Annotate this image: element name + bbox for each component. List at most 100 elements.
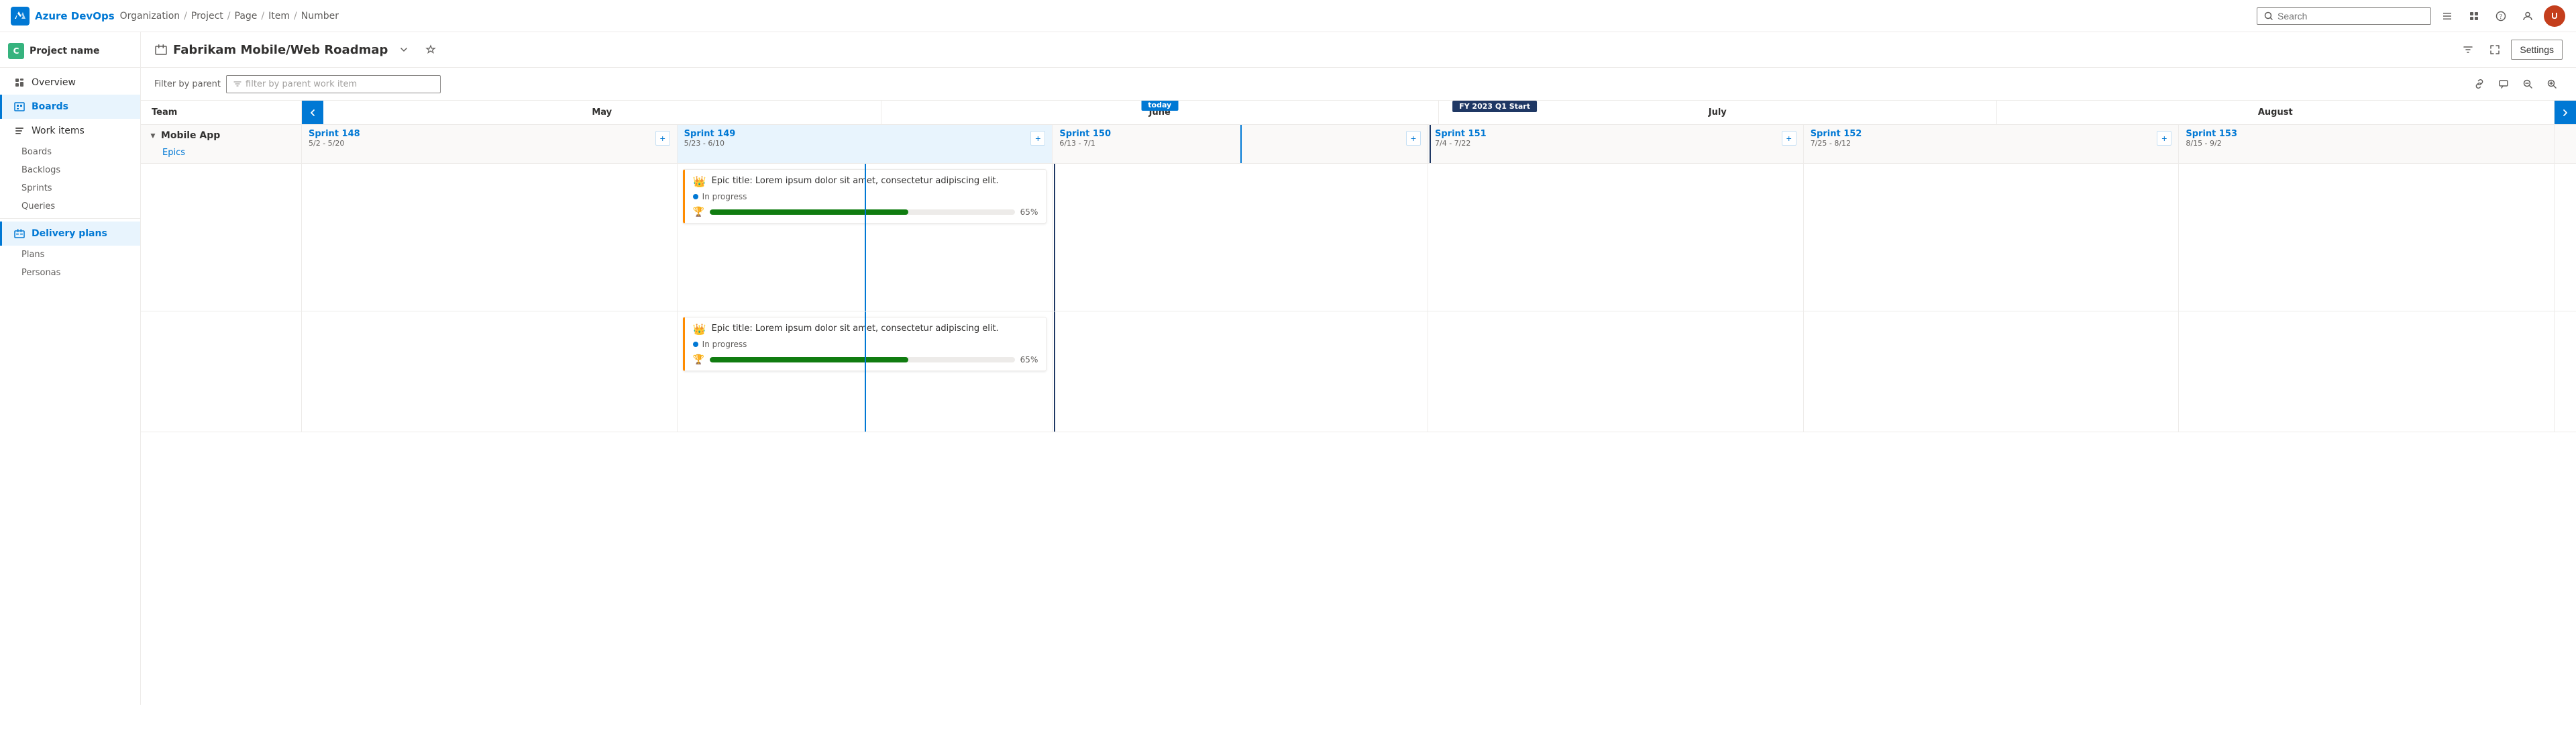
svg-text:?: ?: [2500, 13, 2503, 21]
filter-icon-btn[interactable]: [2457, 39, 2479, 60]
filter-label: Filter by parent: [154, 79, 221, 89]
team-content-name-col-2: [141, 311, 302, 432]
filter-bar: Filter by parent filter by parent work i…: [141, 68, 2576, 101]
month-august: August: [1997, 101, 2555, 124]
sidebar-item-overview[interactable]: Overview: [0, 70, 140, 95]
sprint-152-dates: 7/25 - 8/12: [1811, 139, 1862, 148]
breadcrumb-page[interactable]: Page: [235, 11, 258, 21]
list-icon: [2442, 11, 2453, 21]
sprint-148-name[interactable]: Sprint 148: [309, 129, 360, 139]
sprint-151-dates: 7/4 - 7/22: [1435, 139, 1487, 148]
sprint-148-header: Sprint 148 5/2 - 5/20 +: [309, 129, 670, 148]
sprint-149-add-btn[interactable]: +: [1030, 131, 1045, 146]
content-fy-line: [1054, 164, 1055, 311]
content-fy-line-2: [1054, 311, 1055, 432]
sidebar-item-work-items[interactable]: Work items: [0, 119, 140, 143]
comment-icon: [2498, 79, 2509, 89]
overview-icon: [13, 76, 26, 89]
avatar-btn[interactable]: U: [2544, 5, 2565, 27]
month-august-label: August: [2258, 107, 2293, 117]
page-title: Fabrikam Mobile/Web Roadmap: [173, 43, 388, 57]
sprint-148-add-btn[interactable]: +: [655, 131, 670, 146]
epic-1-status-label: In progress: [702, 192, 747, 201]
store-icon: [2469, 11, 2479, 21]
zoom-in-icon: [2546, 79, 2557, 89]
content-june-col-2: 👑 Epic title: Lorem ipsum dolor sit amet…: [678, 311, 1053, 432]
content-june-col: 👑 Epic title: Lorem ipsum dolor sit amet…: [678, 164, 1053, 311]
epic-1-progress-fill: [710, 209, 908, 215]
filter-right: [2469, 73, 2563, 95]
brand-icon: [11, 7, 30, 26]
sidebar-item-label-boards-top: Boards: [32, 101, 68, 112]
epic-2-status-label: In progress: [702, 340, 747, 349]
sprint-150-cell: Sprint 150 6/13 - 7/1 +: [1053, 125, 1428, 163]
breadcrumb-org[interactable]: Organization: [120, 11, 180, 21]
sidebar-item-label-queries: Queries: [21, 201, 55, 211]
sidebar-item-delivery-plans[interactable]: Delivery plans: [0, 222, 140, 246]
epic-1-progress-bar: [710, 209, 1015, 215]
sidebar-item-boards-top[interactable]: Boards: [0, 95, 140, 119]
timeline-area[interactable]: Team May June: [141, 101, 2576, 705]
sprint-152-add-btn[interactable]: +: [2157, 131, 2171, 146]
sprint-151-name[interactable]: Sprint 151: [1435, 129, 1487, 139]
settings-btn[interactable]: Settings: [2511, 40, 2563, 60]
sidebar-item-backlogs[interactable]: Backlogs: [0, 161, 140, 179]
search-input[interactable]: [2277, 11, 2424, 21]
sprint-151-add-btn[interactable]: +: [1782, 131, 1796, 146]
main-content: Fabrikam Mobile/Web Roadmap: [141, 32, 2576, 705]
sprint-row-end-spacer: [2555, 125, 2576, 163]
sidebar-item-queries[interactable]: Queries: [0, 197, 140, 215]
breadcrumb-sep2: /: [227, 11, 231, 21]
favorite-btn[interactable]: [420, 39, 441, 60]
page-header: Fabrikam Mobile/Web Roadmap: [141, 32, 2576, 68]
chevron-right-icon: [2561, 109, 2569, 117]
fullscreen-btn[interactable]: [2484, 39, 2506, 60]
sprint-150-name[interactable]: Sprint 150: [1059, 129, 1111, 139]
today-line: [1240, 125, 1242, 163]
team-epics-label[interactable]: Epics: [141, 146, 301, 163]
month-july: July FY 2023 Q1 Start: [1439, 101, 1997, 124]
fy-badge: FY 2023 Q1 Start: [1452, 101, 1537, 112]
sidebar-item-boards-sub[interactable]: Boards: [0, 143, 140, 161]
sidebar-item-sprints[interactable]: Sprints: [0, 179, 140, 197]
help-icon-btn[interactable]: ?: [2490, 5, 2512, 27]
zoom-out-btn[interactable]: [2517, 73, 2538, 95]
breadcrumb-project[interactable]: Project: [191, 11, 223, 21]
team-name-header: ▼ Mobile App: [141, 125, 301, 146]
star-icon: [425, 44, 436, 55]
sprint-153-name[interactable]: Sprint 153: [2186, 129, 2237, 139]
sprint-153-header: Sprint 153 8/15 - 9/2: [2186, 129, 2547, 148]
link-icon-btn[interactable]: [2469, 73, 2490, 95]
sprint-149-name[interactable]: Sprint 149: [684, 129, 736, 139]
fy-badge-container: FY 2023 Q1 Start: [1452, 101, 1537, 112]
breadcrumb-number[interactable]: Number: [301, 11, 339, 21]
breadcrumb-sep1: /: [184, 11, 187, 21]
zoom-in-btn[interactable]: [2541, 73, 2563, 95]
filter-input[interactable]: filter by parent work item: [226, 75, 441, 93]
title-dropdown-btn[interactable]: [393, 39, 415, 60]
content-end-spacer-2: [2555, 311, 2576, 432]
sprint-151-header: Sprint 151 7/4 - 7/22 +: [1435, 129, 1796, 148]
breadcrumb-item[interactable]: Item: [268, 11, 290, 21]
sidebar-item-plans[interactable]: Plans: [0, 246, 140, 264]
sidebar-item-personas[interactable]: Personas: [0, 264, 140, 282]
page-header-right: Settings: [2457, 39, 2563, 60]
timeline-next-btn[interactable]: [2555, 101, 2576, 124]
user-icon-btn[interactable]: [2517, 5, 2538, 27]
project-icon: C: [8, 43, 24, 59]
today-badge-container: today: [1141, 101, 1178, 111]
comment-icon-btn[interactable]: [2493, 73, 2514, 95]
layout: C Project name Overview: [0, 32, 2576, 705]
content-today-line-2: [865, 311, 866, 432]
sidebar-divider-1: [0, 67, 140, 68]
sprint-150-add-btn[interactable]: +: [1406, 131, 1421, 146]
list-icon-btn[interactable]: [2436, 5, 2458, 27]
sidebar-divider-2: [0, 218, 140, 219]
brand[interactable]: Azure DevOps: [11, 7, 115, 26]
team-collapse-btn[interactable]: ▼: [149, 131, 157, 140]
search-box[interactable]: [2257, 7, 2431, 25]
sprint-148-dates: 5/2 - 5/20: [309, 139, 360, 148]
sprint-152-name[interactable]: Sprint 152: [1811, 129, 1862, 139]
timeline-prev-btn[interactable]: [302, 101, 323, 124]
store-icon-btn[interactable]: [2463, 5, 2485, 27]
